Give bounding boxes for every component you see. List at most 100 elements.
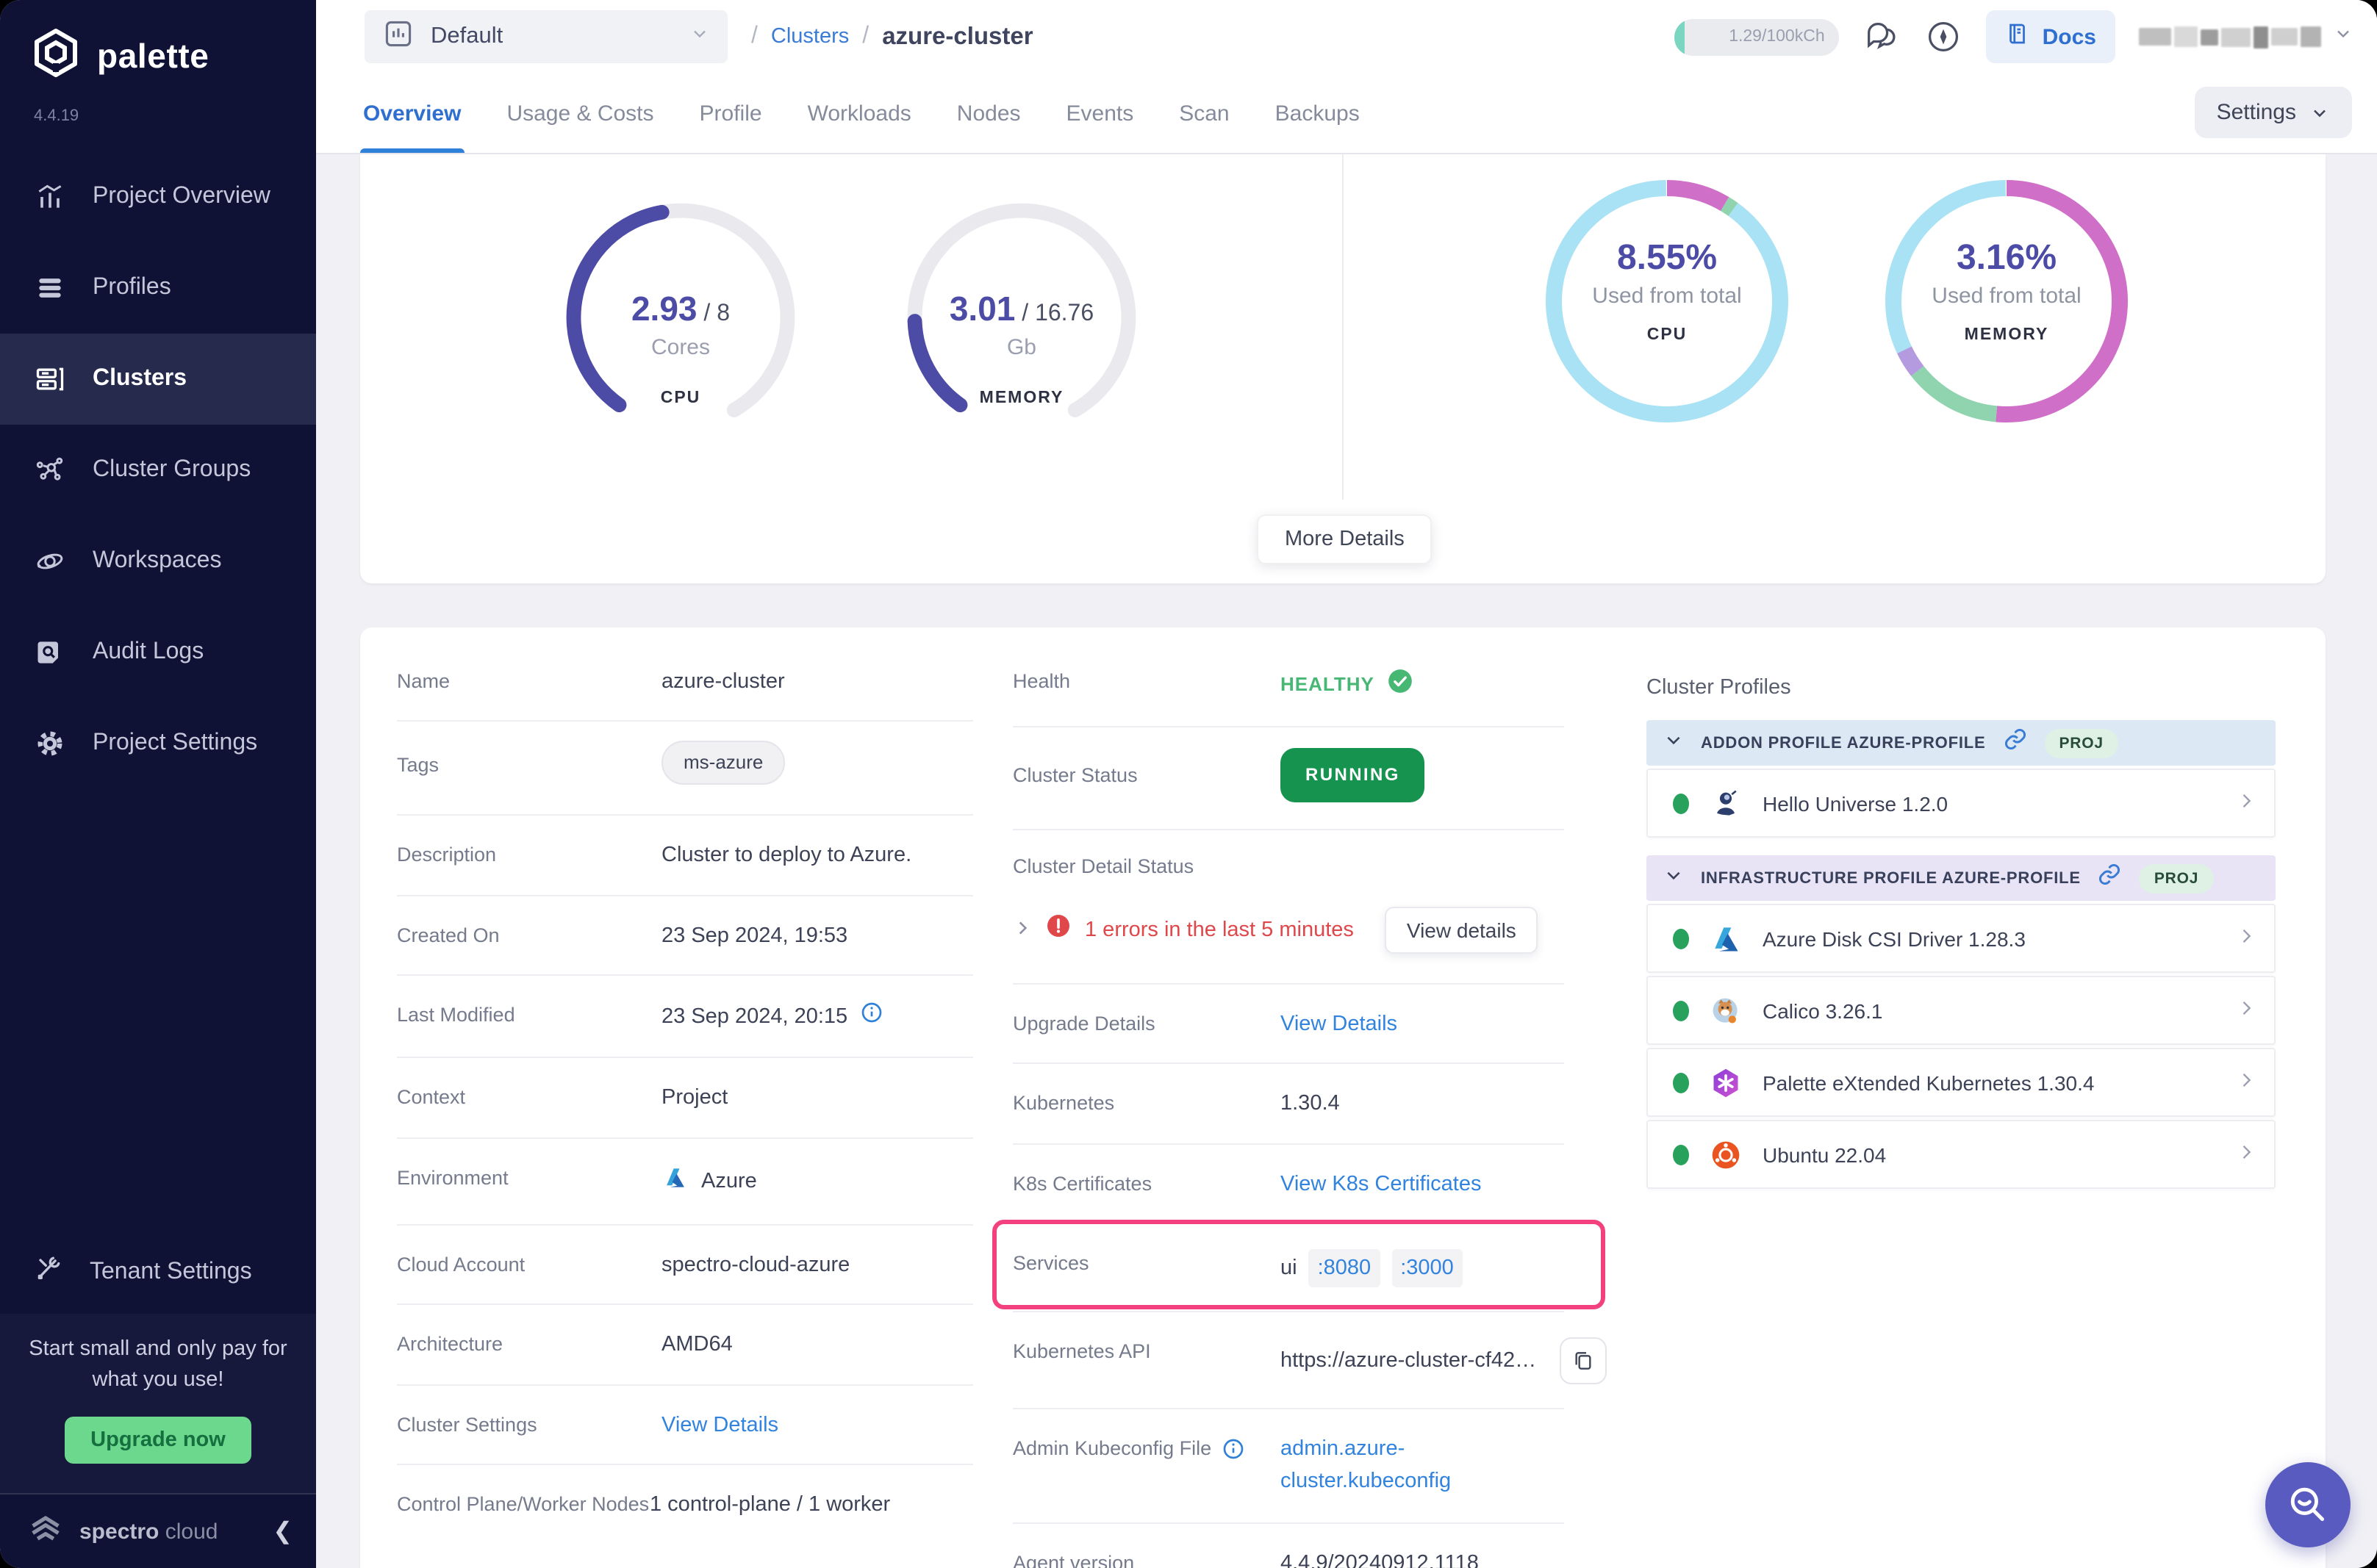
profile-layer-name: Hello Universe 1.2.0 xyxy=(1763,791,2217,815)
field-label: Agent version xyxy=(1013,1548,1280,1568)
sidebar-item-clusters[interactable]: Clusters xyxy=(0,334,316,425)
service-port-link-3000[interactable]: :3000 xyxy=(1391,1249,1463,1288)
tab-backups[interactable]: Backups xyxy=(1275,73,1360,153)
topbar: Default / Clusters / azure-cluster 1.29/… xyxy=(316,0,2377,73)
profile-layer-azure-disk-csi[interactable]: Azure Disk CSI Driver 1.28.3 xyxy=(1646,904,2276,973)
app-window: palette 4.4.19 Project Overview Profiles… xyxy=(0,0,2377,1568)
sidebar-nav: Project Overview Profiles Clusters Clust… xyxy=(0,151,316,789)
azure-logo-icon xyxy=(1708,921,1743,956)
details-middle-column: Health HEALTHY Cluster Status RUNNING Cl… xyxy=(1013,642,1564,1568)
field-label: Kubernetes xyxy=(1013,1090,1280,1115)
field-label: Cluster Status xyxy=(1013,748,1280,786)
error-icon xyxy=(1045,913,1072,947)
sidebar: palette 4.4.19 Project Overview Profiles… xyxy=(0,0,316,1568)
field-label: Description xyxy=(397,841,662,866)
expand-chevron-icon[interactable] xyxy=(1013,918,1032,942)
explore-compass-button[interactable] xyxy=(1925,18,1963,56)
name-value: azure-cluster xyxy=(662,667,785,697)
gear-icon xyxy=(32,726,68,761)
azure-logo-icon xyxy=(662,1163,689,1201)
addon-profile-header[interactable]: ADDON PROFILE AZURE-PROFILE PROJ xyxy=(1646,720,2276,766)
tab-workloads[interactable]: Workloads xyxy=(808,73,911,153)
field-label: Health xyxy=(1013,667,1280,692)
tab-events[interactable]: Events xyxy=(1066,73,1134,153)
info-icon[interactable] xyxy=(859,1001,883,1034)
sidebar-item-tenant-settings[interactable]: Tenant Settings xyxy=(0,1231,316,1314)
cpu-percent-value: 8.55% xyxy=(1542,238,1792,279)
chevron-right-icon xyxy=(2236,1069,2256,1096)
chevron-right-icon xyxy=(2236,1141,2256,1168)
copy-icon[interactable] xyxy=(1560,1337,1607,1384)
pxk-logo-icon xyxy=(1708,1065,1743,1100)
cluster-profiles-panel: Cluster Profiles ADDON PROFILE AZURE-PRO… xyxy=(1646,627,2276,1189)
search-fab-button[interactable] xyxy=(2265,1462,2351,1547)
proj-badge: PROJ xyxy=(2044,728,2118,758)
user-menu[interactable] xyxy=(2139,23,2353,51)
chevron-right-icon xyxy=(2236,925,2256,952)
field-label: Control Plane/Worker Nodes xyxy=(397,1490,650,1515)
profile-layer-palette-extended-kubernetes[interactable]: Palette eXtended Kubernetes 1.30.4 xyxy=(1646,1048,2276,1117)
view-details-error-button[interactable]: View details xyxy=(1385,907,1538,954)
field-label: K8s Certificates xyxy=(1013,1169,1280,1194)
feedback-chat-button[interactable] xyxy=(1863,18,1901,56)
calico-logo-icon xyxy=(1708,993,1743,1028)
main-area: Default / Clusters / azure-cluster 1.29/… xyxy=(316,0,2377,1568)
profile-layer-ubuntu[interactable]: Ubuntu 22.04 xyxy=(1646,1120,2276,1189)
sidebar-item-audit-logs[interactable]: Audit Logs xyxy=(0,607,316,698)
agent-version-value: 4.4.9/20240912.1118 xyxy=(1280,1548,1479,1568)
kubernetes-version-value: 1.30.4 xyxy=(1280,1090,1340,1120)
breadcrumb: / Clusters / azure-cluster xyxy=(751,23,1033,51)
footer-brand-bold: spectro xyxy=(79,1519,159,1544)
sidebar-item-cluster-groups[interactable]: Cluster Groups xyxy=(0,425,316,516)
cpu-unit: Cores xyxy=(556,335,806,360)
more-details-button[interactable]: More Details xyxy=(1257,514,1433,564)
last-modified-value: 23 Sep 2024, 20:15 xyxy=(662,1002,847,1032)
field-label: Cluster Detail Status xyxy=(1013,855,1564,877)
sidebar-item-project-settings[interactable]: Project Settings xyxy=(0,698,316,789)
service-port-link-8080[interactable]: :8080 xyxy=(1309,1249,1380,1288)
sidebar-item-project-overview[interactable]: Project Overview xyxy=(0,151,316,242)
infrastructure-profile-header[interactable]: INFRASTRUCTURE PROFILE AZURE-PROFILE PRO… xyxy=(1646,855,2276,901)
field-label: Kubernetes API xyxy=(1013,1337,1280,1362)
addon-profile-name: ADDON PROFILE AZURE-PROFILE xyxy=(1701,734,1985,752)
cpu-used: 2.93 xyxy=(631,289,698,328)
services-row: Services ui :8080 :3000 xyxy=(1013,1224,1564,1313)
tab-overview[interactable]: Overview xyxy=(363,73,461,153)
tab-profile[interactable]: Profile xyxy=(700,73,762,153)
settings-button[interactable]: Settings xyxy=(2195,87,2352,138)
tab-usage-costs[interactable]: Usage & Costs xyxy=(506,73,653,153)
tab-scan[interactable]: Scan xyxy=(1179,73,1229,153)
project-scope-select[interactable]: Default xyxy=(365,10,728,63)
profile-layer-hello-universe[interactable]: Hello Universe 1.2.0 xyxy=(1646,769,2276,838)
sidebar-item-label: Cluster Groups xyxy=(93,457,251,483)
sidebar-item-label: Tenant Settings xyxy=(90,1259,252,1286)
breadcrumb-clusters-link[interactable]: Clusters xyxy=(771,25,849,48)
status-dot xyxy=(1673,1000,1689,1021)
profile-layer-calico[interactable]: Calico 3.26.1 xyxy=(1646,976,2276,1045)
environment-value: Azure xyxy=(701,1167,757,1197)
field-label: Cluster Settings xyxy=(397,1410,662,1435)
k8s-certificates-link[interactable]: View K8s Certificates xyxy=(1280,1169,1481,1199)
profile-layer-name: Ubuntu 22.04 xyxy=(1763,1143,2217,1166)
chevron-down-icon xyxy=(689,23,710,51)
field-label: Name xyxy=(397,667,662,692)
cpu-percent-donut: 8.55% Used from total CPU xyxy=(1542,176,1792,426)
tab-nodes[interactable]: Nodes xyxy=(957,73,1021,153)
cluster-settings-link[interactable]: View Details xyxy=(662,1410,778,1440)
check-circle-icon xyxy=(1386,667,1414,702)
docs-button[interactable]: Docs xyxy=(1987,10,2115,63)
collapse-sidebar-icon[interactable]: ❮ xyxy=(273,1517,293,1546)
info-icon[interactable] xyxy=(1222,1437,1245,1465)
profiles-icon xyxy=(32,270,68,306)
ubuntu-logo-icon xyxy=(1708,1137,1743,1172)
field-label: Architecture xyxy=(397,1331,662,1356)
upgrade-now-button[interactable]: Upgrade now xyxy=(64,1417,252,1464)
sidebar-item-workspaces[interactable]: Workspaces xyxy=(0,516,316,607)
status-dot xyxy=(1673,1072,1689,1093)
kubeconfig-download-link[interactable]: admin.azure-cluster.kubeconfig xyxy=(1280,1434,1504,1498)
sidebar-item-profiles[interactable]: Profiles xyxy=(0,242,316,334)
architecture-value: AMD64 xyxy=(662,1331,733,1361)
promo-text: Start small and only pay for what you us… xyxy=(21,1334,295,1396)
field-label: Environment xyxy=(397,1163,662,1188)
upgrade-details-link[interactable]: View Details xyxy=(1280,1010,1397,1040)
